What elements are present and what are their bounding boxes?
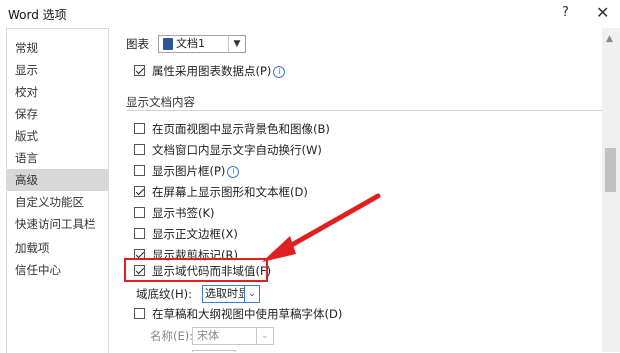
scrollbar-thumb[interactable] [605,148,616,192]
draft-font-label: 在草稿和大纲视图中使用草稿字体(D) [152,307,343,321]
sidebar: 常规 显示 校对 保存 版式 语言 高级 自定义功能区 快速访问工具栏 加载项 … [6,28,109,353]
sidebar-item-save[interactable]: 保存 [7,103,108,125]
highlight-box [124,258,268,282]
option-row[interactable]: 显示图片框(P) i [112,161,512,181]
sidebar-item-display[interactable]: 显示 [7,59,108,81]
sidebar-item-general[interactable]: 常规 [7,37,108,59]
chart-property-option[interactable]: 属性采用图表数据点(P) i [112,61,512,81]
sidebar-item-trust-center[interactable]: 信任中心 [7,259,108,281]
help-button[interactable]: ? [562,5,569,20]
text-boundaries-checkbox[interactable] [134,228,145,239]
field-shading-row: 域底纹(H): 选取时显示 ⌄ [112,284,512,304]
option-row[interactable]: 显示书签(K) [112,203,512,223]
option-label: 显示图片框(P) i [152,161,240,181]
sidebar-item-language[interactable]: 语言 [7,147,108,169]
scroll-up-icon[interactable]: ▲ [606,34,613,44]
chart-row: 图表 文档1 ▼ [112,34,312,54]
sidebar-item-quick-access-toolbar[interactable]: 快速访问工具栏 [7,213,108,235]
draft-font-option[interactable]: 在草稿和大纲视图中使用草稿字体(D) [112,304,512,324]
option-row[interactable]: 在页面视图中显示背景色和图像(B) [112,119,512,139]
picture-placeholder-text: 显示图片框(P) [152,164,226,178]
field-shading-label: 域底纹(H): [136,287,192,301]
info-icon: i [273,65,286,78]
option-label: 显示正文边框(X) [152,227,238,241]
chart-property-checkbox[interactable] [134,65,145,76]
bookmarks-checkbox[interactable] [134,207,145,218]
chevron-down-icon[interactable]: ⌄ [256,328,273,344]
chart-document-value-wrap: 文档1 [163,36,205,52]
options-panel: 图表 文档1 ▼ 属性采用图表数据点(P) i 显示文档内容 在页面视图中显示背景… [112,28,602,352]
chart-document-select[interactable]: 文档1 ▼ [158,35,246,53]
option-label: 文档窗口内显示文字自动换行(W) [152,143,322,157]
sidebar-item-layout[interactable]: 版式 [7,125,108,147]
section-title: 显示文档内容 [126,95,195,109]
option-label: 在屏幕上显示图形和文本框(D) [152,185,308,199]
sidebar-item-addins[interactable]: 加载项 [7,237,108,259]
option-row[interactable]: 显示正文边框(X) [112,224,512,244]
background-color-checkbox[interactable] [134,123,145,134]
document-icon [163,38,173,50]
picture-placeholder-checkbox[interactable] [134,165,145,176]
chart-property-label: 属性采用图表数据点(P) i [152,61,286,81]
section-divider [126,110,602,111]
chart-label: 图表 [126,37,149,51]
close-button[interactable]: ✕ [596,3,609,22]
chevron-down-icon[interactable]: ⌄ [245,286,259,302]
field-shading-dropdown[interactable]: ⌄ [244,285,260,303]
title-bar: Word 选项 ? ✕ [0,0,620,28]
option-label: 在页面视图中显示背景色和图像(B) [152,122,330,136]
chevron-down-icon[interactable]: ▼ [228,36,245,52]
chart-property-text: 属性采用图表数据点(P) [152,64,272,78]
chart-document-value: 文档1 [176,37,205,50]
window-title: Word 选项 [8,8,67,22]
option-label: 显示书签(K) [152,206,215,220]
option-row[interactable]: 在屏幕上显示图形和文本框(D) [112,182,512,202]
font-name-value: 宋体 [197,329,219,342]
vertical-scrollbar[interactable]: ▲ [602,28,620,352]
font-name-select[interactable]: 宋体 ⌄ [192,327,274,345]
option-row[interactable]: 文档窗口内显示文字自动换行(W) [112,140,512,160]
sidebar-item-advanced[interactable]: 高级 [7,169,108,191]
info-icon: i [227,165,240,178]
sidebar-item-proofing[interactable]: 校对 [7,81,108,103]
font-name-row: 名称(E): 宋体 ⌄ [112,326,512,346]
drawings-checkbox[interactable] [134,186,145,197]
wrap-text-checkbox[interactable] [134,144,145,155]
font-name-label: 名称(E): [150,329,194,343]
sidebar-item-customize-ribbon[interactable]: 自定义功能区 [7,191,108,213]
draft-font-checkbox[interactable] [134,308,145,319]
